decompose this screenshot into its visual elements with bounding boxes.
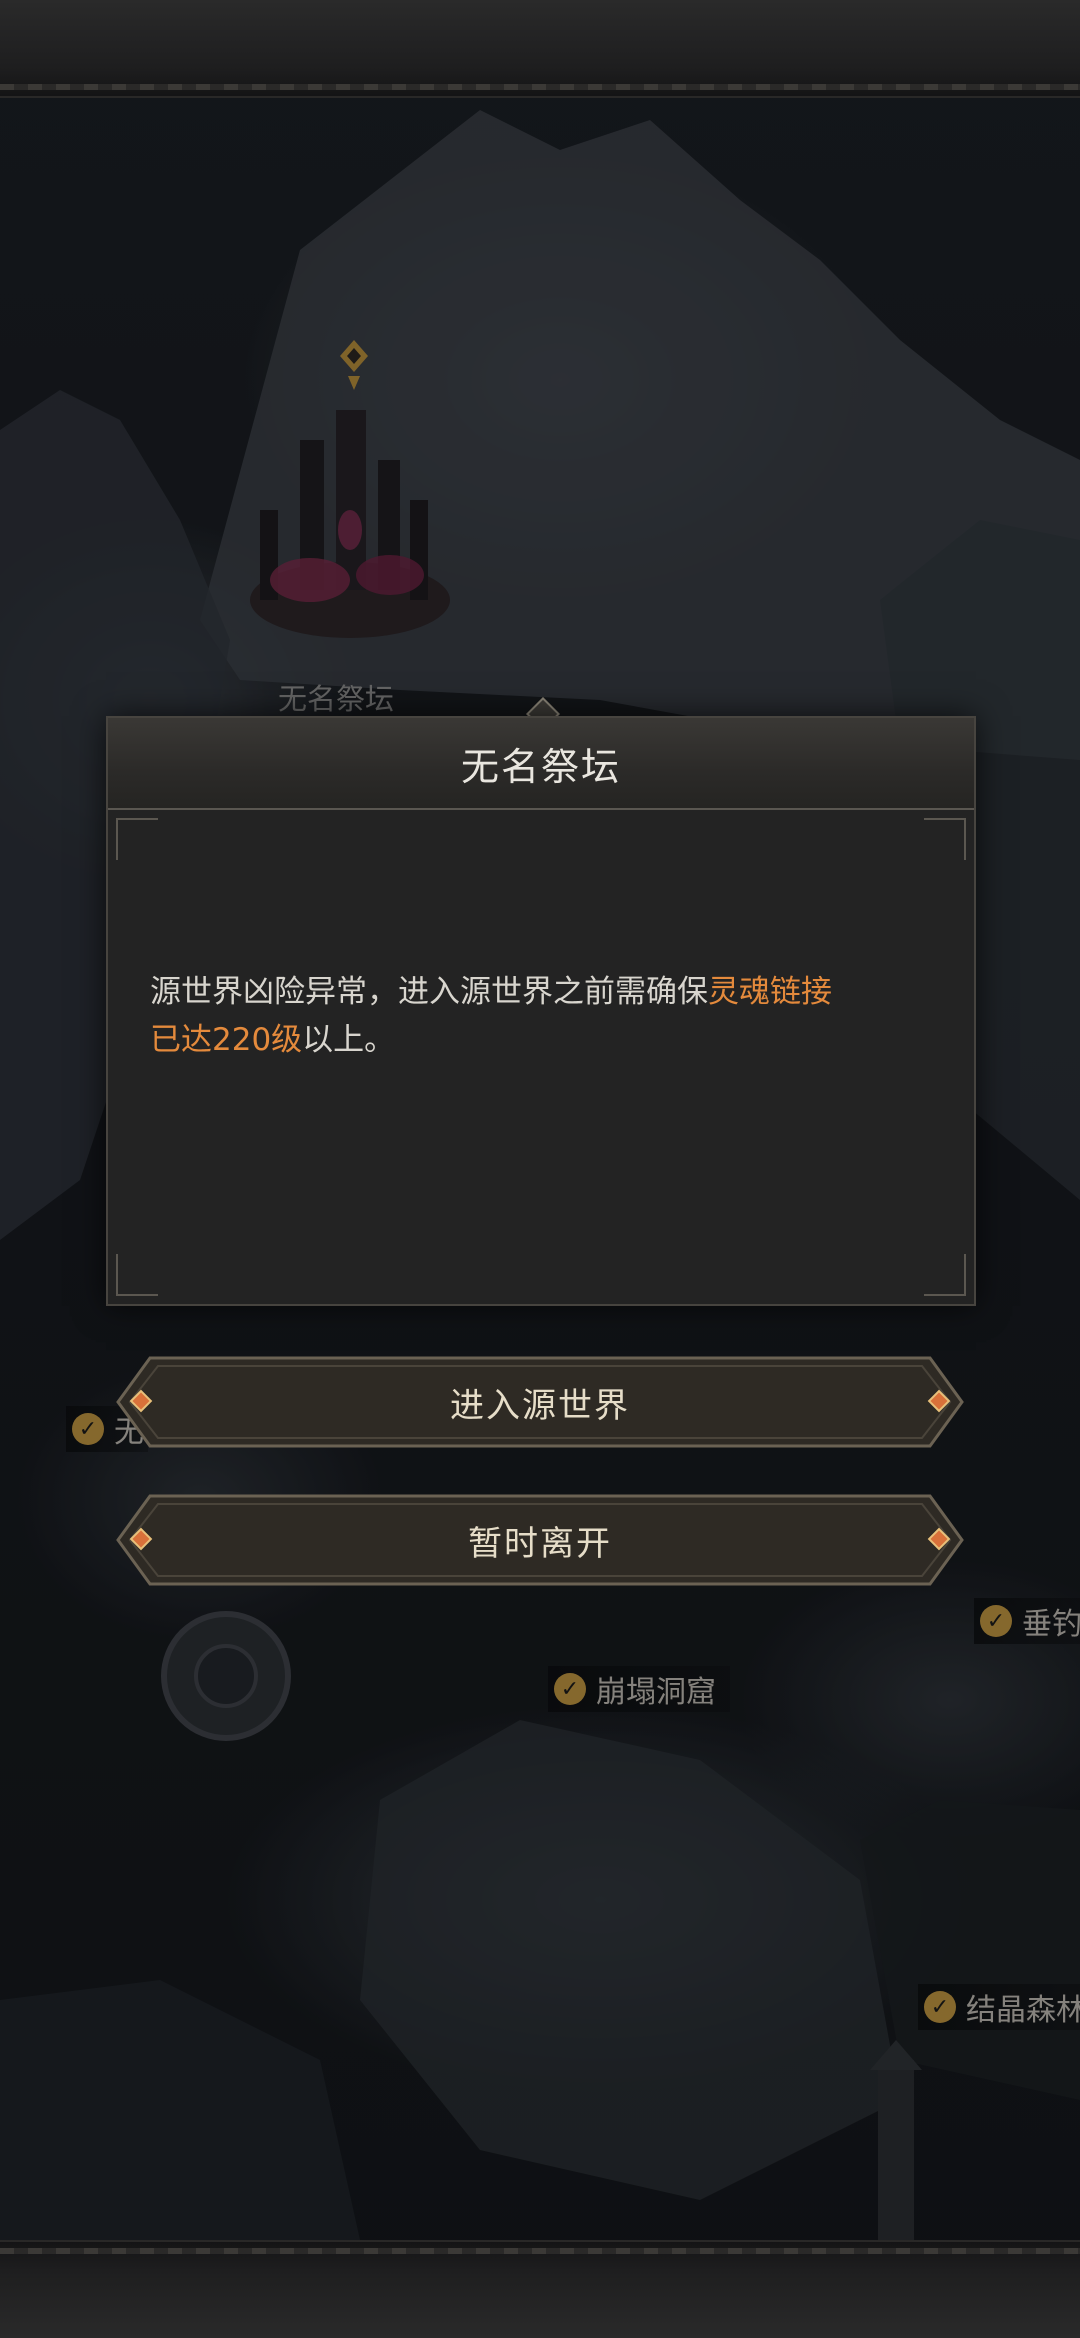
message-tail: 以上。 — [302, 1022, 396, 1058]
dialog-message: 源世界凶险异常，进入源世界之前需确保灵魂链接 已达220级以上。 — [150, 968, 940, 1064]
message-highlight-level: 已达220级 — [150, 1022, 303, 1058]
dialog-header: 无名祭坛 — [108, 718, 974, 810]
leave-button-label: 暂时离开 — [468, 1523, 612, 1564]
corner-ornament-icon — [116, 1254, 158, 1296]
dialog-title: 无名祭坛 — [460, 744, 621, 789]
altar-dialog: 无名祭坛 源世界凶险异常，进入源世界之前需确保灵魂链接 已达220级以上。 — [106, 716, 976, 1306]
corner-ornament-icon — [924, 1254, 966, 1296]
leave-temporarily-button[interactable]: 暂时离开 — [116, 1494, 964, 1586]
bottom-frame-border — [0, 2240, 1080, 2338]
enter-button-label: 进入源世界 — [450, 1385, 630, 1426]
top-frame-border — [0, 0, 1080, 98]
message-highlight: 灵魂链接 — [708, 974, 832, 1010]
message-text: 源世界凶险异常，进入源世界之前需确保 — [150, 974, 708, 1010]
corner-ornament-icon — [116, 818, 158, 860]
enter-source-world-button[interactable]: 进入源世界 — [116, 1356, 964, 1448]
corner-ornament-icon — [924, 818, 966, 860]
